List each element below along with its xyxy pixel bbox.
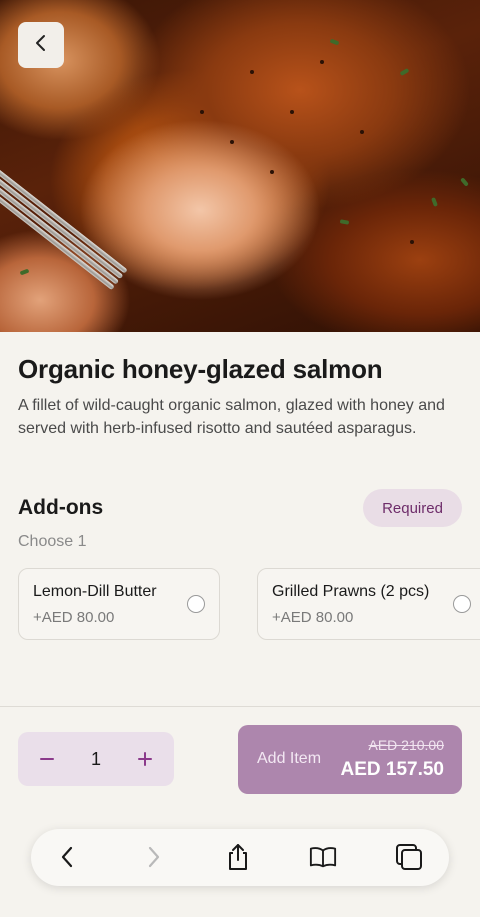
addons-heading: Add-ons <box>18 496 104 519</box>
plus-icon[interactable] <box>137 747 152 771</box>
quantity-value: 1 <box>90 748 101 769</box>
product-title: Organic honey-glazed salmon <box>18 354 383 384</box>
original-price: AED 210.00 <box>368 737 445 753</box>
add-item-button[interactable]: Add Item AED 210.00 AED 157.50 <box>238 725 462 794</box>
chevron-right-icon[interactable] <box>140 843 168 871</box>
product-description: A fillet of wild-caught organic salmon, … <box>18 397 445 437</box>
browser-toolbar <box>31 829 449 886</box>
addons-instruction: Choose 1 <box>18 533 87 550</box>
hero-image <box>0 0 480 332</box>
footer-divider <box>0 706 480 707</box>
addon-option-name: Grilled Prawns (2 pcs) <box>272 583 430 600</box>
addon-radio[interactable] <box>453 595 471 613</box>
book-icon[interactable] <box>309 843 337 871</box>
back-button[interactable] <box>18 22 64 68</box>
required-badge: Required <box>363 489 462 527</box>
addon-option-lemon-dill-butter[interactable]: Lemon-Dill Butter +AED 80.00 <box>18 568 220 640</box>
addon-radio[interactable] <box>187 595 205 613</box>
addon-option-grilled-prawns[interactable]: Grilled Prawns (2 pcs) +AED 80.00 <box>257 568 480 640</box>
addon-option-price: +AED 80.00 <box>33 609 115 626</box>
chevron-left-icon <box>34 34 48 57</box>
share-icon[interactable] <box>224 843 252 871</box>
addon-option-name: Lemon-Dill Butter <box>33 583 157 600</box>
minus-icon[interactable] <box>40 747 54 771</box>
tabs-icon[interactable] <box>395 843 423 871</box>
chevron-left-icon[interactable] <box>53 843 81 871</box>
add-item-label: Add Item <box>257 750 322 767</box>
addon-option-price: +AED 80.00 <box>272 609 354 626</box>
quantity-stepper: 1 <box>18 732 174 786</box>
fork-illustration <box>0 152 159 315</box>
discounted-price: AED 157.50 <box>340 759 444 780</box>
